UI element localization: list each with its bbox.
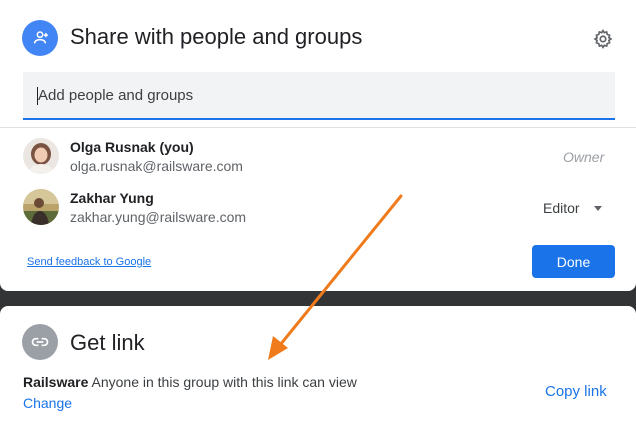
add-people-field[interactable] xyxy=(23,72,615,120)
avatar xyxy=(23,189,59,225)
person-add-icon xyxy=(22,20,58,56)
change-link-button[interactable]: Change xyxy=(23,395,72,411)
person-name: Zakhar Yung xyxy=(70,190,154,206)
send-feedback-link[interactable]: Send feedback to Google xyxy=(27,256,151,268)
person-role: Owner xyxy=(563,149,605,165)
get-link-title: Get link xyxy=(70,330,145,355)
link-access-description: Railsware Anyone in this group with this… xyxy=(23,374,357,390)
person-name: Olga Rusnak (you) xyxy=(70,139,194,155)
share-dialog: Share with people and groups Olga Rusnak… xyxy=(0,0,636,291)
copy-link-button[interactable]: Copy link xyxy=(545,383,607,400)
person-row: Olga Rusnak (you) olga.rusnak@railsware.… xyxy=(0,135,636,181)
add-people-input[interactable] xyxy=(23,72,615,118)
done-button[interactable]: Done xyxy=(532,245,615,278)
avatar xyxy=(23,138,59,174)
role-dropdown-label: Editor xyxy=(543,200,580,216)
person-row: Zakhar Yung zakhar.yung@railsware.com Ed… xyxy=(0,186,636,232)
person-email: zakhar.yung@railsware.com xyxy=(70,209,247,225)
divider xyxy=(0,127,636,128)
link-icon xyxy=(22,324,58,360)
get-link-panel xyxy=(0,306,636,431)
role-dropdown[interactable]: Editor xyxy=(543,200,602,216)
dialog-title: Share with people and groups xyxy=(70,24,363,49)
person-email: olga.rusnak@railsware.com xyxy=(70,158,243,174)
gear-icon[interactable] xyxy=(590,26,616,52)
link-access-text: Anyone in this group with this link can … xyxy=(91,374,357,390)
chevron-down-icon xyxy=(593,205,602,211)
org-name: Railsware xyxy=(23,374,89,390)
